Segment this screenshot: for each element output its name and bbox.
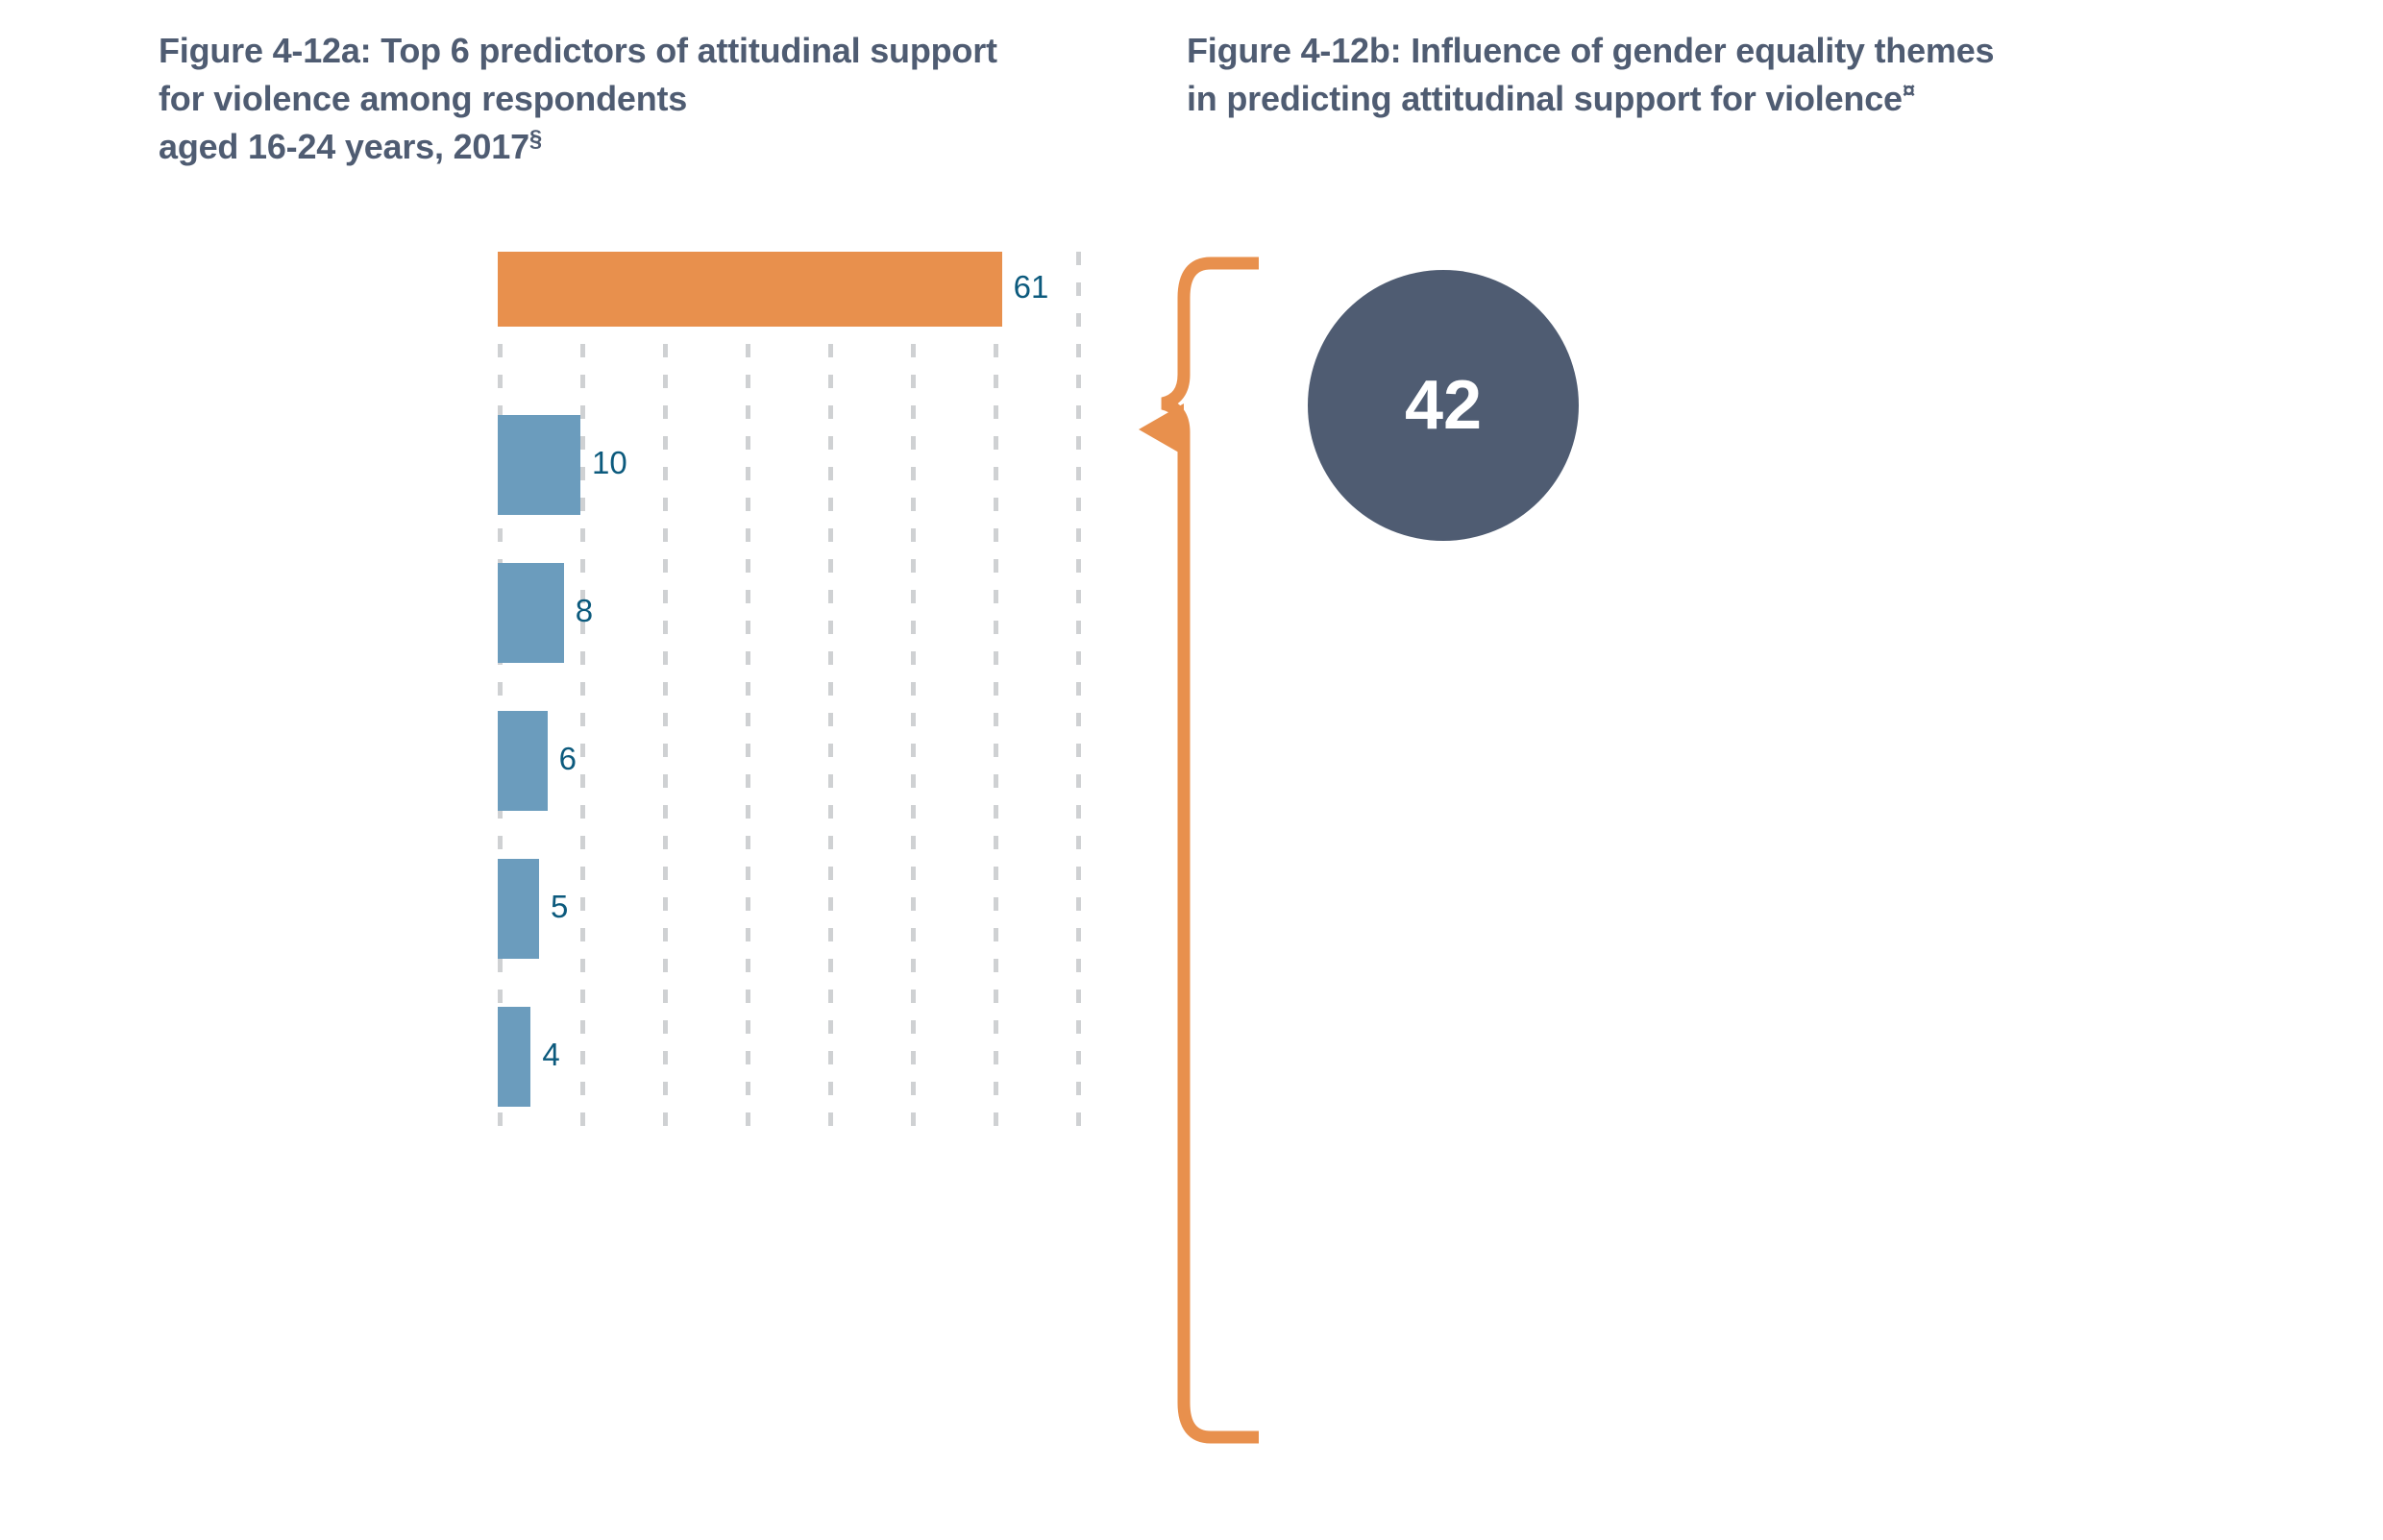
bar-row: 8Prejudiced attitudes(PAC) bbox=[498, 563, 1093, 663]
bar-value-label: 4 bbox=[542, 1037, 560, 1072]
bar-row: 4English languageproficiency bbox=[498, 1007, 1093, 1107]
bar-5[interactable] bbox=[498, 859, 539, 959]
bar-row: 61Attitudes to genderequality (GEAS) bbox=[498, 252, 1093, 327]
bar-value-label: 8 bbox=[575, 593, 594, 628]
bar-value-label: 6 bbox=[558, 741, 577, 776]
figure-a-title-line-1: Figure 4-12a: Top 6 predictors of attitu… bbox=[159, 31, 997, 70]
bar-value-label: 5 bbox=[551, 889, 569, 924]
bar-3[interactable] bbox=[498, 563, 564, 663]
orange-brace-icon bbox=[1139, 257, 1259, 1444]
theme-value-text: 42 bbox=[1404, 367, 1483, 444]
figure-4-12a: Figure 4-12a: Top 6 predictors of attitu… bbox=[0, 0, 1134, 1540]
bar-2[interactable] bbox=[498, 415, 580, 515]
figure-a-title-footnote: § bbox=[528, 126, 543, 152]
figure-a-title-line-2: for violence among respondents bbox=[159, 79, 688, 118]
infographic-root: Figure 4-12a: Top 6 predictors of attitu… bbox=[0, 0, 2383, 1540]
bar-value-label: 61 bbox=[1013, 269, 1049, 305]
bar-chart-plot-area: 61Attitudes to genderequality (GEAS) 10Un… bbox=[498, 252, 1093, 1136]
figure-b-title-line-1: Figure 4-12b: Influence of gender equali… bbox=[1187, 31, 1995, 70]
figure-b-title-line-2: in predicting attitudinal support for vi… bbox=[1187, 79, 1903, 118]
bar-row: 6Attitudes to violencein general (GVC) bbox=[498, 711, 1093, 811]
figure-a-title-line-3: aged 16-24 years, 2017 bbox=[159, 127, 529, 166]
bar-6[interactable] bbox=[498, 1007, 531, 1107]
bar-value-label: 10 bbox=[592, 445, 627, 480]
bar-row: 10Understanding ofviolence againstwomen … bbox=[498, 415, 1093, 515]
bar-1[interactable] bbox=[498, 252, 1002, 327]
figure-b-title: Figure 4-12b: Influence of gender equali… bbox=[1187, 27, 2157, 123]
bar-4[interactable] bbox=[498, 711, 548, 811]
figure-4-12b: Figure 4-12b: Influence of gender equali… bbox=[1134, 0, 2383, 1540]
bar-rows: 61Attitudes to genderequality (GEAS) 10Un… bbox=[498, 252, 1093, 1136]
figure-b-title-footnote: ¤ bbox=[1902, 78, 1915, 104]
figure-a-title: Figure 4-12a: Top 6 predictors of attitu… bbox=[159, 27, 1129, 171]
bar-row: 5Country of birth/length of timein Austr… bbox=[498, 859, 1093, 959]
theme-value-bubble-1[interactable]: 42 bbox=[1308, 270, 1579, 541]
